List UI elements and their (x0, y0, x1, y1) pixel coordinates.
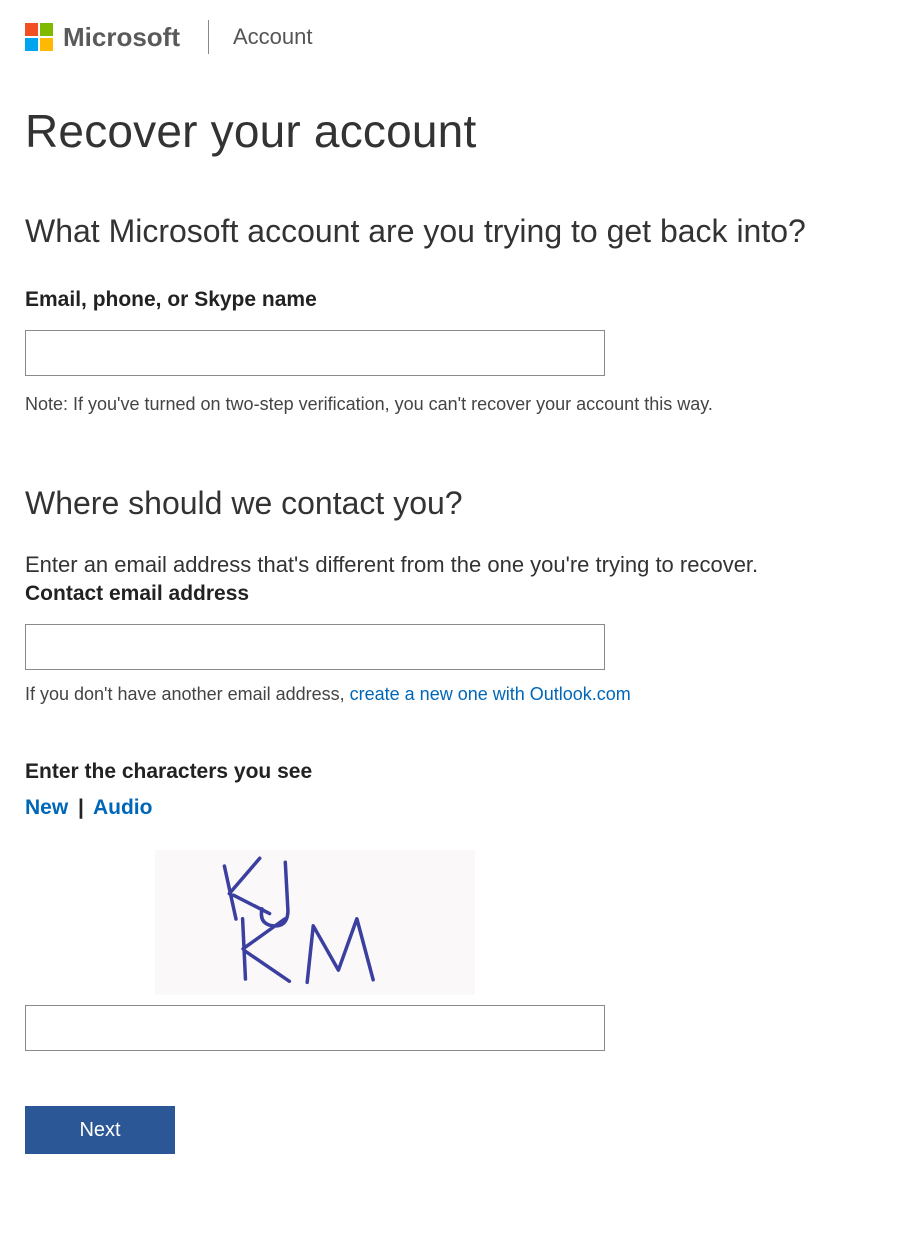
create-outlook-link[interactable]: create a new one with Outlook.com (350, 684, 631, 704)
microsoft-logo-icon (25, 23, 53, 51)
contact-email-input[interactable] (25, 624, 605, 670)
section-contact-heading: Where should we contact you? (25, 485, 879, 522)
contact-hint: If you don't have another email address,… (25, 684, 879, 705)
captcha-separator: | (78, 796, 84, 819)
section-account-heading: What Microsoft account are you trying to… (25, 213, 879, 250)
section-captcha: Enter the characters you see New | Audio (25, 760, 879, 1051)
page-header: Microsoft Account (25, 20, 879, 54)
captcha-new-link[interactable]: New (25, 796, 68, 819)
two-step-note: Note: If you've turned on two-step verif… (25, 394, 879, 415)
brand-section: Account (233, 24, 313, 50)
brand-name: Microsoft (63, 22, 180, 53)
section-account: Email, phone, or Skype name Note: If you… (25, 288, 879, 415)
account-field-label: Email, phone, or Skype name (25, 288, 879, 312)
captcha-image (155, 850, 475, 995)
captcha-audio-link[interactable]: Audio (93, 796, 152, 819)
account-input[interactable] (25, 330, 605, 376)
captcha-label: Enter the characters you see (25, 760, 879, 784)
captcha-actions: New | Audio (25, 796, 879, 820)
page-title: Recover your account (25, 104, 879, 158)
contact-description: Enter an email address that's different … (25, 552, 879, 578)
captcha-input[interactable] (25, 1005, 605, 1051)
contact-hint-text: If you don't have another email address, (25, 684, 350, 704)
section-contact: Enter an email address that's different … (25, 552, 879, 705)
next-button[interactable]: Next (25, 1106, 175, 1154)
divider (208, 20, 209, 54)
contact-field-label: Contact email address (25, 582, 879, 606)
